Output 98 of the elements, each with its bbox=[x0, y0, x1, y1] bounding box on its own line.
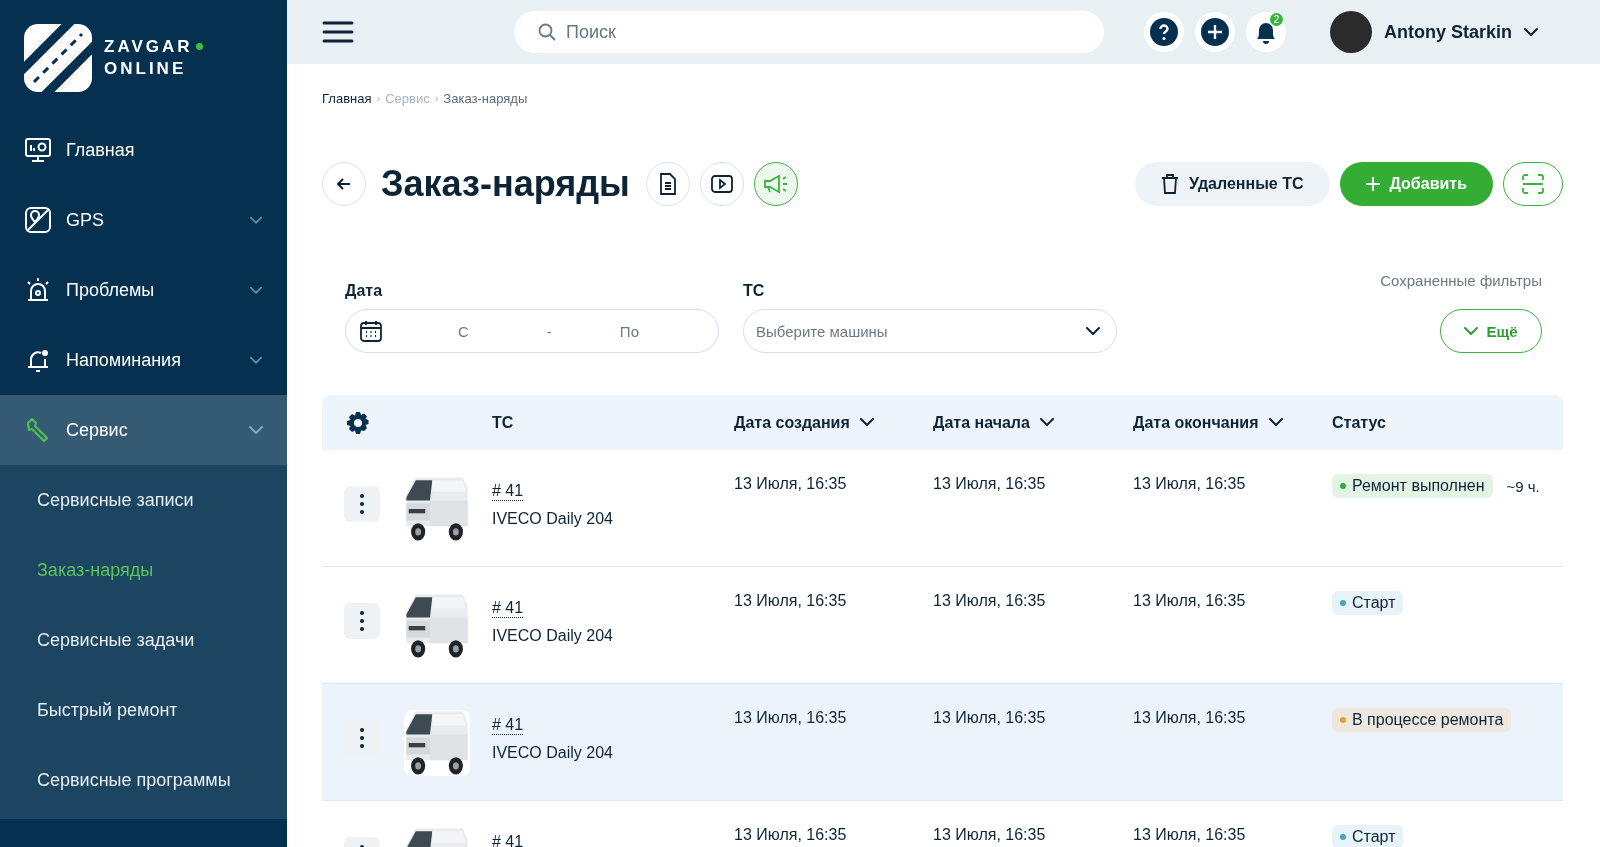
status-tag: Старт bbox=[1332, 591, 1404, 615]
table-cell-text: 13 Июля, 16:35 bbox=[1133, 826, 1247, 844]
menu-icon[interactable] bbox=[322, 20, 354, 44]
sort-icon bbox=[1039, 418, 1054, 427]
monitor-icon bbox=[24, 136, 52, 164]
alarm-light-icon bbox=[24, 276, 52, 304]
column-header: Статус bbox=[1332, 413, 1386, 432]
search-icon bbox=[538, 23, 556, 41]
status-tag: В процессе ремонта bbox=[1332, 708, 1512, 732]
logo-icon bbox=[24, 23, 92, 92]
table-cell-text: 13 Июля, 16:35 bbox=[734, 709, 848, 727]
chevron-down-icon bbox=[1464, 326, 1479, 336]
plus-icon bbox=[1365, 177, 1380, 191]
document-button[interactable] bbox=[645, 162, 690, 206]
arrow-left-icon bbox=[337, 178, 351, 190]
chevron-down-icon bbox=[1524, 27, 1538, 37]
breadcrumb-separator: › bbox=[376, 92, 381, 104]
calendar-icon bbox=[360, 320, 382, 342]
row-menu-button[interactable] bbox=[344, 720, 380, 756]
help-button[interactable] bbox=[1144, 12, 1184, 52]
back-button[interactable] bbox=[322, 162, 366, 206]
scan-icon bbox=[1522, 174, 1544, 194]
order-number-link[interactable]: # 41 bbox=[492, 482, 524, 501]
announcement-button[interactable] bbox=[753, 162, 798, 206]
plus-icon bbox=[1201, 18, 1229, 46]
status-tag: Старт bbox=[1332, 825, 1404, 847]
status-tag: Ремонт выполнен bbox=[1332, 474, 1493, 498]
sort-icon bbox=[1268, 418, 1283, 427]
row-menu-button[interactable] bbox=[344, 486, 380, 522]
table-cell-text: 13 Июля, 16:35 bbox=[734, 826, 848, 844]
user-menu[interactable]: Antony Starkin bbox=[1330, 11, 1538, 53]
table-cell-text: 13 Июля, 16:35 bbox=[933, 592, 1047, 610]
column-header[interactable]: Дата создания bbox=[734, 413, 850, 432]
table-row[interactable]: # 41 IVECO Daily 204 13 Июля, 16:35 13 Июля, 16:35 13 Июля, 16:35 Ремонт выполнен ~9 ч. bbox=[322, 450, 1563, 567]
search-field[interactable]: Поиск bbox=[514, 11, 1104, 53]
breadcrumb-separator: › bbox=[434, 92, 439, 104]
column-header[interactable]: Дата начала bbox=[933, 413, 1030, 432]
document-icon bbox=[658, 173, 677, 195]
trash-icon bbox=[1161, 174, 1179, 194]
table-cell-text: 13 Июля, 16:35 bbox=[933, 826, 1047, 844]
column-header[interactable]: Дата окончания bbox=[1133, 413, 1259, 432]
sidebar-item[interactable]: Напоминания bbox=[0, 325, 287, 395]
chevron-down-icon bbox=[249, 285, 263, 295]
table-cell-text: 13 Июля, 16:35 bbox=[734, 475, 848, 493]
chevron-down-icon bbox=[1086, 326, 1100, 336]
megaphone-icon bbox=[762, 174, 789, 194]
table-row[interactable]: # 41 13 Июля, 16:35 13 Июля, 16:35 13 Июля, 16:35 Старт bbox=[322, 801, 1563, 847]
table-cell-text: 13 Июля, 16:35 bbox=[1133, 592, 1247, 610]
map-icon bbox=[24, 206, 52, 234]
scan-button[interactable] bbox=[1503, 162, 1563, 206]
more-icon bbox=[360, 611, 364, 631]
sort-icon bbox=[859, 418, 874, 427]
logo-text: ZAVGAR bbox=[104, 35, 193, 58]
vehicle-name: IVECO Daily 204 bbox=[492, 627, 613, 645]
add-button[interactable] bbox=[1195, 12, 1235, 52]
table-cell-text: 13 Июля, 16:35 bbox=[933, 475, 1047, 493]
question-icon bbox=[1150, 18, 1178, 46]
field-label: ТС bbox=[743, 282, 766, 300]
chevron-down-icon bbox=[249, 215, 263, 225]
sidebar-subitem[interactable]: Сервисные записи bbox=[0, 465, 287, 535]
video-button[interactable] bbox=[699, 162, 744, 206]
order-number-link[interactable]: # 41 bbox=[492, 716, 524, 735]
order-number-link[interactable]: # 41 bbox=[492, 833, 524, 847]
logo-dot bbox=[195, 43, 203, 50]
more-icon bbox=[360, 728, 364, 748]
table-cell-text: 13 Июля, 16:35 bbox=[734, 592, 848, 610]
avatar bbox=[1330, 11, 1372, 53]
saved-filters-label: Сохраненные фильтры bbox=[1380, 272, 1542, 289]
notification-badge: 2 bbox=[1270, 13, 1283, 26]
chevron-down-icon bbox=[249, 425, 263, 435]
vehicle-name: IVECO Daily 204 bbox=[492, 744, 613, 762]
column-header: ТС bbox=[492, 413, 514, 432]
sidebar-subitem[interactable]: Сервисные программы bbox=[0, 745, 287, 815]
logo-text: ONLINE bbox=[104, 57, 188, 80]
duration-text: ~9 ч. bbox=[1506, 477, 1540, 495]
vehicle-name: IVECO Daily 204 bbox=[492, 510, 613, 528]
breadcrumb-link[interactable]: Заказ-наряды bbox=[443, 90, 528, 106]
sidebar-item[interactable]: Сервис bbox=[0, 395, 287, 465]
table-cell-text: 13 Июля, 16:35 bbox=[1133, 709, 1247, 727]
table-cell-text: 13 Июля, 16:35 bbox=[1133, 475, 1247, 493]
settings-icon[interactable] bbox=[346, 410, 370, 435]
sidebar-item[interactable]: GPS bbox=[0, 185, 287, 255]
more-icon bbox=[360, 494, 364, 514]
sidebar-subitem[interactable]: Заказ-наряды bbox=[0, 535, 287, 605]
breadcrumb-link[interactable]: Главная bbox=[322, 90, 372, 106]
table-row[interactable]: # 41 IVECO Daily 204 13 Июля, 16:35 13 Июля, 16:35 13 Июля, 16:35 В процессе ремонта bbox=[322, 684, 1563, 801]
chevron-down-icon bbox=[249, 355, 263, 365]
sidebar-subitem[interactable]: Быстрый ремонт bbox=[0, 675, 287, 745]
sidebar-item[interactable]: Главная bbox=[0, 115, 287, 185]
order-number-link[interactable]: # 41 bbox=[492, 599, 524, 618]
field-label: Дата bbox=[345, 282, 384, 300]
deleted-vehicles-button[interactable]: Удаленные ТС bbox=[1135, 162, 1330, 206]
play-icon bbox=[710, 175, 733, 193]
table-cell-text: 13 Июля, 16:35 bbox=[933, 709, 1047, 727]
row-menu-button[interactable] bbox=[344, 603, 380, 639]
page-title: Заказ-наряды bbox=[381, 163, 630, 205]
sidebar-subitem[interactable]: Сервисные задачи bbox=[0, 605, 287, 675]
sidebar-item[interactable]: Проблемы bbox=[0, 255, 287, 325]
